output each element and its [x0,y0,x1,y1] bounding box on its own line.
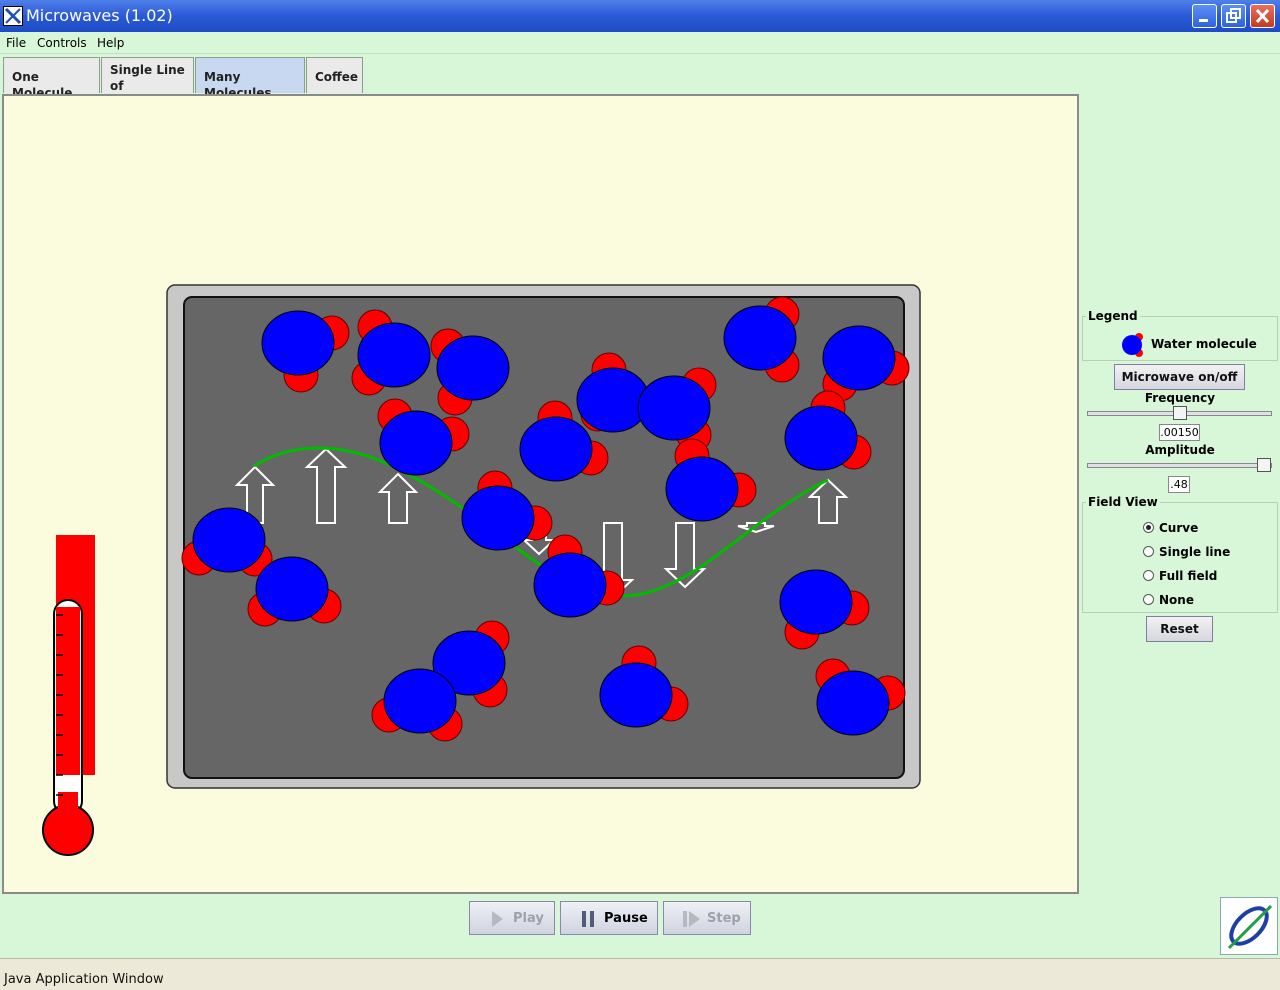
menu-file[interactable]: File [6,36,26,50]
step-icon [683,911,700,927]
menu-controls[interactable]: Controls [37,36,87,50]
tab-many-molecules[interactable]: Many Molecules [195,57,305,100]
app-icon [3,6,23,26]
legend-group: Legend Water molecule [1082,309,1278,361]
amplitude-slider[interactable] [1087,463,1272,468]
tab-one-molecule[interactable]: One Molecule [3,57,100,100]
legend-label: Water molecule [1151,337,1257,351]
reset-button[interactable]: Reset [1146,616,1213,642]
simulation-area[interactable] [2,94,1079,894]
amplitude-slider-thumb[interactable] [1257,458,1271,472]
microwave-toggle-button[interactable]: Microwave on/off [1114,364,1245,390]
radio-curve[interactable]: Curve [1143,521,1198,535]
menu-help[interactable]: Help [97,36,124,50]
close-button[interactable] [1250,4,1275,28]
radio-none[interactable]: None [1143,593,1194,607]
status-bar: Java Application Window [0,958,1280,990]
maximize-button[interactable] [1221,4,1246,28]
phet-logo[interactable] [1220,897,1278,955]
radio-icon [1143,594,1154,605]
amplitude-label: Amplitude [1145,443,1215,457]
frequency-value-field[interactable]: .00150 [1159,424,1200,441]
tab-coffee[interactable]: Coffee [306,57,363,93]
step-button[interactable]: Step [663,901,751,935]
radio-single-line[interactable]: Single line [1143,545,1230,559]
field-view-group: Field View Curve Single line Full field … [1082,495,1278,613]
window-title: Microwaves (1.02) [26,6,173,25]
radio-icon [1143,546,1154,557]
play-button[interactable]: Play [469,901,555,935]
pause-icon [582,911,594,927]
legend-title: Legend [1086,309,1140,323]
title-bar: Microwaves (1.02) [0,0,1280,32]
field-view-title: Field View [1086,495,1160,509]
status-text: Java Application Window [4,972,164,987]
amplitude-value-field[interactable]: .48 [1168,476,1190,493]
pause-button[interactable]: Pause [560,901,658,935]
frequency-label: Frequency [1144,391,1216,405]
tab-single-line[interactable]: Single Line of Molecules [101,57,194,109]
menu-bar: File Controls Help [0,32,1280,54]
thermometer [42,535,95,856]
radio-full-field[interactable]: Full field [1143,569,1217,583]
water-molecule-icon [1122,333,1143,357]
radio-selected-icon [1143,522,1154,533]
radio-icon [1143,570,1154,581]
minimize-button[interactable] [1192,4,1217,28]
simulation-canvas [42,284,921,856]
frequency-slider-thumb[interactable] [1173,406,1187,420]
play-icon [492,911,503,927]
